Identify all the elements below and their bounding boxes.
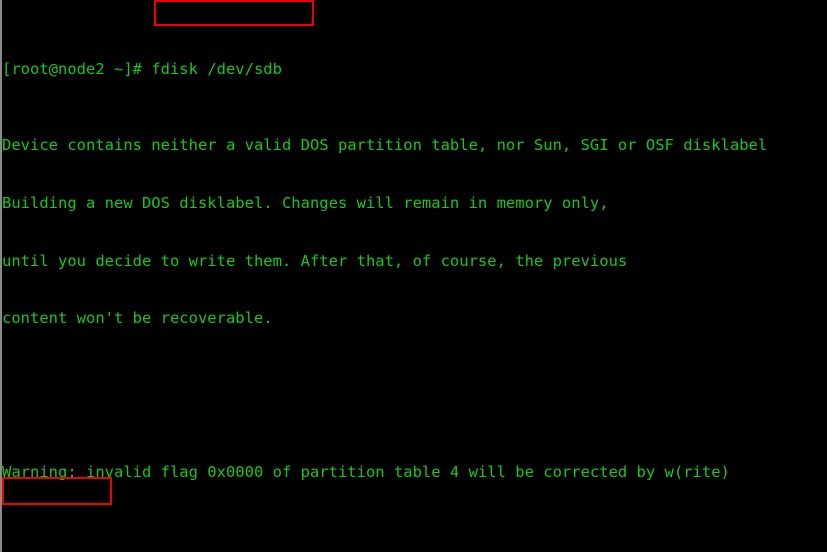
- terminal-line: Device contains neither a valid DOS part…: [2, 136, 768, 155]
- terminal-screen: [root@node2 ~]# fdisk /dev/sdb Device co…: [2, 2, 827, 552]
- terminal-line-prompt: [root@node2 ~]# fdisk /dev/sdb: [2, 60, 827, 79]
- terminal-window[interactable]: [root@node2 ~]# fdisk /dev/sdb Device co…: [0, 0, 827, 552]
- shell-prompt: [root@node2 ~]#: [2, 59, 152, 78]
- terminal-line: content won't be recoverable.: [2, 309, 273, 328]
- fdisk-command: fdisk /dev/sdb: [151, 59, 282, 78]
- terminal-warning-line: Warning: invalid flag 0x0000 of partitio…: [2, 462, 730, 481]
- terminal-line: Building a new DOS disklabel. Changes wi…: [2, 194, 609, 212]
- terminal-line: until you decide to write them. After th…: [2, 251, 628, 270]
